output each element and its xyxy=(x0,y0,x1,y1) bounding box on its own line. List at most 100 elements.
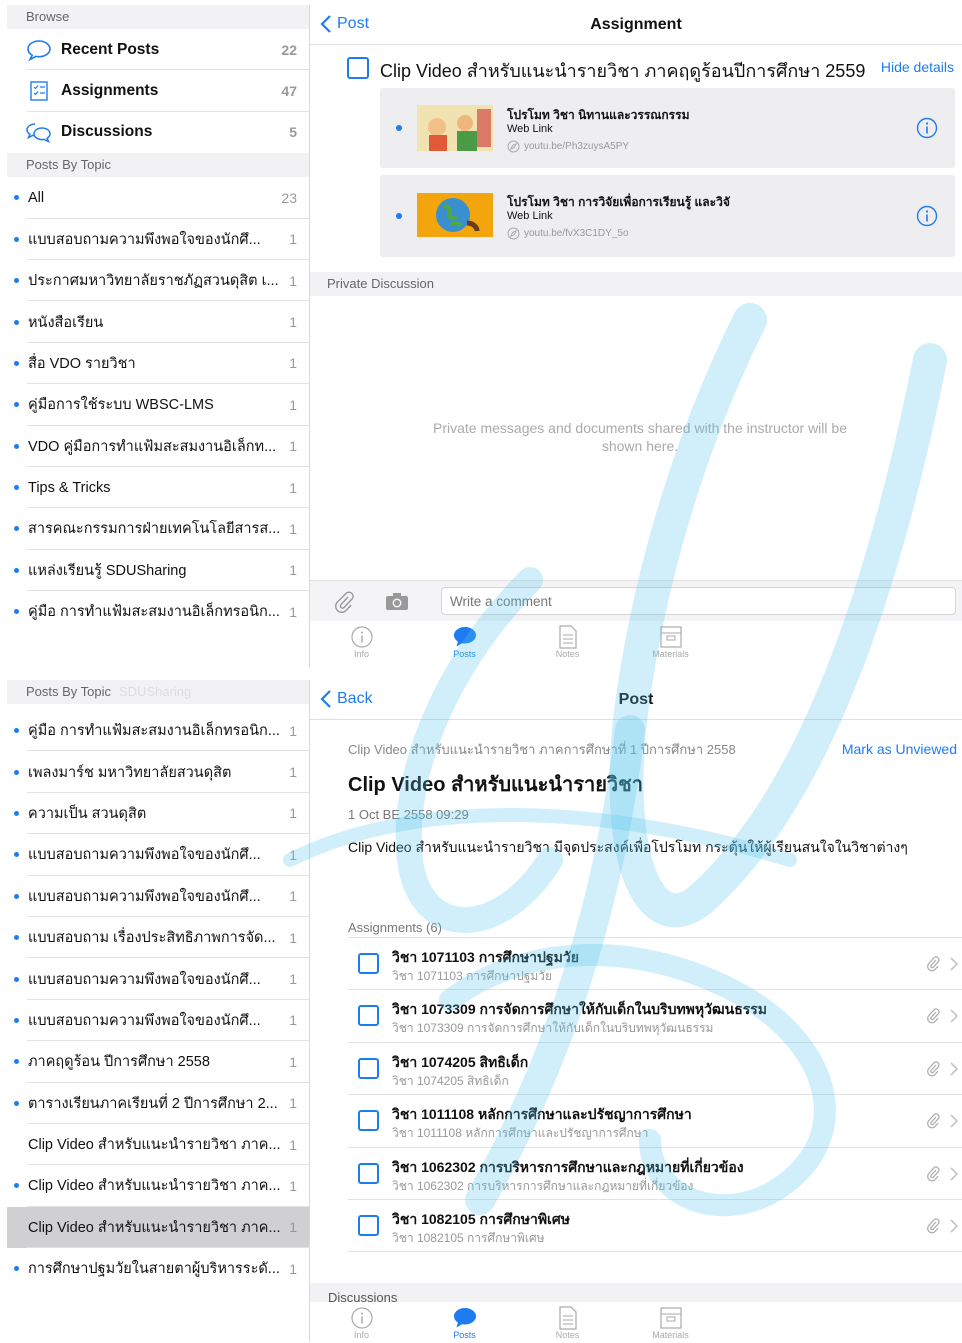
assignment-checkbox[interactable] xyxy=(358,953,379,974)
unread-dot xyxy=(14,319,19,325)
sidebar-topic-item[interactable]: แบบสอบถาม เรื่องประสิทธิภาพการจัด... 1 xyxy=(7,917,309,959)
sidebar-topic-item[interactable]: ความเป็น สวนดุสิต 1 xyxy=(7,793,309,835)
sidebar-topic-item[interactable]: คู่มือ การทำแฟ้มสะสมงานอิเล็กทรอนิก... 1 xyxy=(7,591,309,632)
unread-dot xyxy=(14,935,19,941)
topic-count: 1 xyxy=(289,438,297,455)
sidebar-item-label: Assignments xyxy=(61,82,159,100)
paperclip-icon xyxy=(927,1008,940,1024)
topic-label: สารคณะกรรมการฝ่ายเทคโนโลยีสารส... xyxy=(28,521,281,538)
tab-materials[interactable]: Materials xyxy=(619,1302,722,1342)
assignment-checkbox[interactable] xyxy=(347,57,369,79)
chevron-right-icon xyxy=(950,1219,958,1233)
sidebar-topic-item[interactable]: หนังสือเรียน 1 xyxy=(7,301,309,343)
chevron-right-icon xyxy=(950,1009,958,1023)
tab-notes[interactable]: Notes xyxy=(516,1302,619,1342)
sidebar-topic-item[interactable]: การศึกษาปฐมวัยในสายตาผู้บริหารระดั... 1 xyxy=(7,1248,309,1289)
sidebar-topic-item[interactable]: แบบสอบถามความพึงพอใจของนักศึ... 1 xyxy=(7,876,309,917)
topic-label: แบบสอบถามความพึงพอใจของนักศึ... xyxy=(28,847,261,864)
sidebar: Browse Recent Posts 22 Assignments 47 Di… xyxy=(7,5,310,667)
assignment-row[interactable]: วิชา 1074205 สิทธิเด็ก วิชา 1074205 สิทธิ… xyxy=(348,1043,962,1096)
hide-details-button[interactable]: Hide details xyxy=(881,59,954,75)
paperclip-icon[interactable] xyxy=(334,591,354,613)
unread-dot xyxy=(14,485,19,491)
sidebar-topic-item[interactable]: แบบสอบถามความพึงพอใจของนักศึ... 1 xyxy=(7,219,309,260)
tab-info[interactable]: Info xyxy=(310,1302,413,1342)
sidebar-item-discussions[interactable]: Discussions 5 xyxy=(7,112,309,153)
mark-unviewed-button[interactable]: Mark as Unviewed xyxy=(842,741,957,757)
assignment-checkbox[interactable] xyxy=(358,1110,379,1132)
topic-label: คู่มือการใช้ระบบ WBSC-LMS xyxy=(28,397,214,414)
navigation-bar: Post Assignment xyxy=(310,5,962,45)
paperclip-icon xyxy=(927,1218,940,1234)
browse-header: Browse xyxy=(7,5,309,29)
topic-list: All 23 แบบสอบถามความพึงพอใจของนักศึ... 1 ประ… xyxy=(7,177,309,632)
sidebar-topic-item[interactable]: คู่มือ การทำแฟ้มสะสมงานอิเล็กทรอนิก... 1 xyxy=(7,710,309,752)
assignment-row[interactable]: วิชา 1082105 การศึกษาพิเศษ วิชา 1082105 ก… xyxy=(348,1200,962,1253)
topic-label: คู่มือ การทำแฟ้มสะสมงานอิเล็กทรอนิก... xyxy=(28,604,280,621)
sidebar-topic-item[interactable]: All 23 xyxy=(7,177,309,219)
info-icon[interactable] xyxy=(916,117,938,139)
sidebar-topic-item[interactable]: ประกาศมหาวิทยาลัยราชภัฏสวนดุสิต เ... 1 xyxy=(7,260,309,302)
sidebar-topic-item[interactable]: แหล่งเรียนรู้ SDUSharing 1 xyxy=(7,550,309,592)
topic-label: แบบสอบถามความพึงพอใจของนักศึ... xyxy=(28,888,261,905)
topics-header: Posts By Topic xyxy=(7,153,309,178)
camera-icon[interactable] xyxy=(385,592,409,611)
sidebar-topic-item[interactable]: ตารางเรียนภาคเรียนที่ 2 ปีการศึกษา 2... 1 xyxy=(7,1083,309,1124)
info-icon[interactable] xyxy=(916,205,938,227)
topic-count: 1 xyxy=(289,1095,297,1112)
sidebar-topic-item[interactable]: Clip Video สำหรับแนะนำรายวิชา ภาค... 1 xyxy=(7,1124,309,1166)
assignment-title: วิชา 1062302 การบริหารการศึกษาและกฎหมายท… xyxy=(392,1158,744,1175)
topic-count: 1 xyxy=(289,929,297,946)
assignment-checkbox[interactable] xyxy=(358,1057,379,1079)
video-thumbnail xyxy=(417,105,493,151)
sidebar-item-label: Recent Posts xyxy=(61,40,160,58)
topic-label: แบบสอบถามความพึงพอใจของนักศึ... xyxy=(28,231,261,248)
sidebar-topic-item[interactable]: แบบสอบถามความพึงพอใจของนักศึ... 1 xyxy=(7,1000,309,1042)
topic-label: แบบสอบถามความพึงพอใจของนักศึ... xyxy=(28,971,261,988)
topic-count: 1 xyxy=(289,355,297,372)
assignment-row[interactable]: วิชา 1011108 หลักการศึกษาและปรัชญาการศึก… xyxy=(348,1095,962,1148)
comment-input[interactable] xyxy=(441,587,956,615)
tab-bar: Info Posts Notes Materials xyxy=(310,1302,962,1342)
web-link-card[interactable]: โปรโมท วิชา นิทานและวรรณกรรม Web Link yo… xyxy=(380,88,955,168)
post-body: Clip Video สำหรับแนะนำรายวิชา มีจุดประสง… xyxy=(348,839,908,855)
sidebar-topic-item[interactable]: VDO คู่มือการทำแฟ้มสะสมงานอิเล็กท... 1 xyxy=(7,426,309,467)
sidebar-topic-item[interactable]: เพลงมาร์ช มหาวิทยาลัยสวนดุสิต 1 xyxy=(7,751,309,793)
private-empty-message: Private messages and documents shared wi… xyxy=(433,420,847,454)
sidebar-topic-item[interactable]: แบบสอบถามความพึงพอใจของนักศึ... 1 xyxy=(7,834,309,876)
tab-info[interactable]: Info xyxy=(310,621,413,667)
unread-dot xyxy=(14,852,19,858)
chevron-right-icon xyxy=(950,1166,958,1181)
web-link-card[interactable]: โปรโมท วิชา การวิจัยเพื่อการเรียนรู้ และ… xyxy=(380,175,955,257)
tab-notes[interactable]: Notes xyxy=(516,621,619,667)
assignment-row[interactable]: วิชา 1071103 การศึกษาปฐมวัย วิชา 1071103 … xyxy=(348,938,962,991)
tab-posts[interactable]: Posts xyxy=(413,621,516,667)
sidebar-topic-item[interactable]: Clip Video สำหรับแนะนำรายวิชา ภาค... 1 xyxy=(7,1165,309,1207)
sidebar-topic-item[interactable]: สารคณะกรรมการฝ่ายเทคโนโลยีสารส... 1 xyxy=(7,508,309,550)
sidebar-topic-item[interactable]: Tips & Tricks 1 xyxy=(7,467,309,509)
post-topic: Clip Video สำหรับแนะนำรายวิชา ภาคการศึกษ… xyxy=(348,742,736,757)
assignment-row[interactable]: วิชา 1062302 การบริหารการศึกษาและกฎหมายท… xyxy=(348,1148,962,1200)
topic-label: VDO คู่มือการทำแฟ้มสะสมงานอิเล็กท... xyxy=(28,438,277,455)
post-title: Clip Video สำหรับแนะนำรายวิชา xyxy=(348,774,643,796)
sidebar-topic-item[interactable]: Clip Video สำหรับแนะนำรายวิชา ภาค... 1 xyxy=(7,1206,309,1249)
sidebar-topic-item[interactable]: แบบสอบถามความพึงพอใจของนักศึ... 1 xyxy=(7,958,309,1000)
sidebar-item-recent-posts[interactable]: Recent Posts 22 xyxy=(7,29,309,71)
sidebar-topic-item[interactable]: ภาคฤดูร้อน ปีการศึกษา 2558 1 xyxy=(7,1041,309,1083)
assignment-checkbox[interactable] xyxy=(358,1005,379,1027)
topic-count: 1 xyxy=(289,1260,297,1277)
topic-label: Clip Video สำหรับแนะนำรายวิชา ภาค... xyxy=(28,1178,281,1195)
topics-header: Posts By Topic SDUSharing xyxy=(7,680,309,704)
unread-dot xyxy=(14,278,19,284)
sidebar-topic-item[interactable]: สื่อ VDO รายวิชา 1 xyxy=(7,343,309,385)
compass-icon xyxy=(507,227,520,240)
sidebar-item-count: 5 xyxy=(289,124,297,141)
tab-posts[interactable]: Posts xyxy=(413,1302,516,1342)
assignment-checkbox[interactable] xyxy=(358,1214,379,1236)
assignment-checkbox[interactable] xyxy=(358,1162,379,1184)
assignment-row[interactable]: วิชา 1073309 การจัดการศึกษาให้กับเด็กในบ… xyxy=(348,990,962,1043)
assignment-subtitle: วิชา 1082105 การศึกษาพิเศษ xyxy=(392,1230,545,1245)
sidebar-item-assignments[interactable]: Assignments 47 xyxy=(7,70,309,112)
sidebar-topic-item[interactable]: คู่มือการใช้ระบบ WBSC-LMS 1 xyxy=(7,384,309,426)
tab-materials[interactable]: Materials xyxy=(619,621,722,667)
